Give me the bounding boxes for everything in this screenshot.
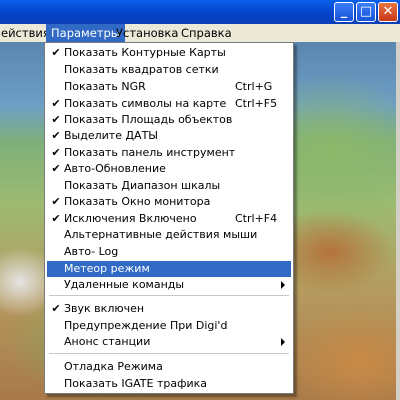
submenu-arrow-icon xyxy=(281,281,285,289)
menu-row-shortcut: Ctrl+G xyxy=(235,80,273,93)
menu-row[interactable]: ✔ Показать Контурные Карты xyxy=(47,45,291,61)
vertical-scrollbar[interactable] xyxy=(396,42,400,400)
menu-row[interactable]: Показать квадратов сетки xyxy=(47,62,291,78)
checkmark-icon: ✔ xyxy=(51,146,61,159)
menu-separator xyxy=(49,353,289,354)
menu-row-label: Показать NGR xyxy=(64,80,146,93)
menu-row[interactable]: ✔ Выделите ДАТЫ xyxy=(47,128,291,144)
checkmark-icon: ✔ xyxy=(51,129,61,142)
submenu-arrow-icon xyxy=(281,338,285,346)
menu-row-label: Анонс станции xyxy=(64,335,151,348)
menu-row-label: Отладка Режима xyxy=(64,360,163,373)
menu-row-label: Показать Контурные Карты xyxy=(64,46,226,59)
menu-row-label: Показать символы на карте xyxy=(64,97,227,110)
minimize-button[interactable]: _ xyxy=(334,2,354,22)
menu-help[interactable]: Справка xyxy=(176,24,237,42)
menu-row[interactable]: Отладка Режима xyxy=(47,359,291,375)
menu-bar: ействия Параметры Установка Справка xyxy=(0,24,400,43)
checkmark-icon: ✔ xyxy=(51,113,61,126)
menu-row[interactable]: ✔ Показать символы на карте Ctrl+F5 xyxy=(47,96,291,112)
menu-row-label: Авто- Log xyxy=(64,245,119,258)
menu-row[interactable]: ✔ Показать Площадь объектов xyxy=(47,112,291,128)
menu-row-label: Метеор режим xyxy=(64,262,150,275)
checkmark-icon: ✔ xyxy=(51,302,61,315)
checkmark-icon: ✔ xyxy=(51,97,61,110)
menu-row-label: Авто-Обновление xyxy=(64,162,166,175)
maximize-button[interactable]: □ xyxy=(356,2,376,22)
menu-row[interactable]: Анонс станции xyxy=(47,334,291,350)
menu-row-label: Удаленные команды xyxy=(64,278,185,291)
menu-setup[interactable]: Установка xyxy=(111,24,183,42)
parameters-dropdown: ✔ Показать Контурные Карты Показать квадра… xyxy=(44,42,294,394)
menu-row[interactable]: ✔ Звук включен xyxy=(47,301,291,317)
menu-row[interactable]: Удаленные команды xyxy=(47,277,291,293)
menu-row-label: Показать IGATE трафика xyxy=(64,377,208,390)
menu-row-shortcut: Ctrl+F5 xyxy=(235,97,278,110)
checkmark-icon: ✔ xyxy=(51,212,61,225)
menu-row-label: Показать Окно монитора xyxy=(64,195,211,208)
menu-row[interactable]: Альтернативные действия мыши xyxy=(47,227,291,243)
menu-row[interactable]: ✔ Авто-Обновление xyxy=(47,161,291,177)
checkmark-icon: ✔ xyxy=(51,46,61,59)
menu-row-label: Звук включен xyxy=(64,302,145,315)
title-bar: _ □ ✕ xyxy=(0,0,400,24)
menu-row[interactable]: Показать NGR Ctrl+G xyxy=(47,79,291,95)
checkmark-icon: ✔ xyxy=(51,162,61,175)
close-button[interactable]: ✕ xyxy=(378,2,398,22)
menu-separator xyxy=(49,295,289,296)
menu-row[interactable]: Предупреждение При Digi'd xyxy=(47,318,291,334)
menu-row-label: Показать квадратов сетки xyxy=(64,63,219,76)
checkmark-icon: ✔ xyxy=(51,195,61,208)
menu-row[interactable]: ✔ Показать Окно монитора xyxy=(47,194,291,210)
menu-row-shortcut: Ctrl+F4 xyxy=(235,212,278,225)
menu-row[interactable]: Показать Диапазон шкалы xyxy=(47,178,291,194)
menu-row[interactable]: ✔ Показать панель инструмент xyxy=(47,145,291,161)
menu-row-label: Выделите ДАТЫ xyxy=(64,129,158,142)
menu-row[interactable]: Авто- Log xyxy=(47,244,291,260)
menu-row[interactable]: Показать IGATE трафика xyxy=(47,376,291,392)
menu-row[interactable]: ✔ Исключения Включено Ctrl+F4 xyxy=(47,211,291,227)
menu-row-label: Показать Диапазон шкалы xyxy=(64,179,221,192)
menu-row-label: Исключения Включено xyxy=(64,212,197,225)
menu-row[interactable]: Метеор режим xyxy=(47,261,291,277)
menu-row-label: Альтернативные действия мыши xyxy=(64,228,258,241)
menu-row-label: Предупреждение При Digi'd xyxy=(64,319,228,332)
menu-row-label: Показать Площадь объектов xyxy=(64,113,233,126)
menu-row-label: Показать панель инструмент xyxy=(64,146,236,159)
